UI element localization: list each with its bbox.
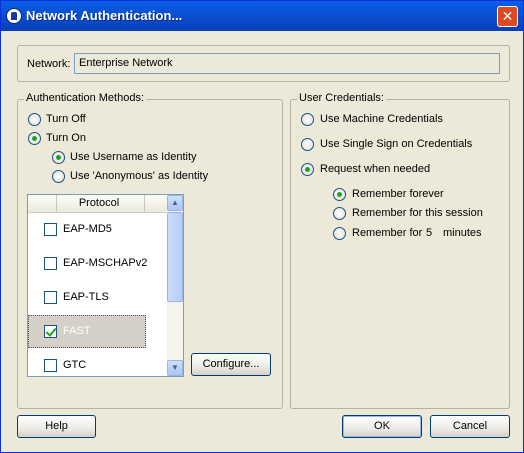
- protocol-name: EAP-TLS: [63, 291, 109, 303]
- remember-minutes-unit: minutes: [443, 227, 482, 239]
- protocol-name: EAP-MD5: [63, 223, 112, 235]
- window-title: Network Authentication...: [26, 8, 183, 23]
- protocol-checkbox[interactable]: [44, 257, 57, 270]
- protocol-column-header[interactable]: Protocol: [57, 197, 141, 209]
- use-anonymous-radio[interactable]: [52, 170, 65, 183]
- turn-on-label[interactable]: Turn On: [46, 132, 86, 144]
- dialog-window: Network Authentication... ✕ Network: Ent…: [0, 0, 524, 453]
- protocol-list[interactable]: Protocol EAP-MD5 EAP-MSCHAPv2 EAP-TLS FA…: [27, 194, 184, 377]
- protocol-row-gtc[interactable]: GTC: [28, 349, 167, 376]
- protocol-name: EAP-MSCHAPv2: [63, 257, 148, 269]
- protocol-list-scrollbar[interactable]: ▲ ▼: [167, 195, 183, 376]
- remember-forever-label[interactable]: Remember forever: [352, 188, 444, 200]
- use-username-radio[interactable]: [52, 151, 65, 164]
- protocol-row-eap-md5[interactable]: EAP-MD5: [28, 213, 167, 247]
- protocol-row-fast[interactable]: FAST: [28, 315, 167, 349]
- protocol-list-header: Protocol: [28, 195, 167, 213]
- request-when-needed-radio[interactable]: [301, 163, 314, 176]
- remember-minutes-field[interactable]: 5: [426, 227, 432, 239]
- protocol-checkbox[interactable]: [44, 291, 57, 304]
- sso-credentials-radio[interactable]: [301, 138, 314, 151]
- ok-button[interactable]: OK: [342, 415, 422, 438]
- cancel-button[interactable]: Cancel: [430, 415, 510, 438]
- remember-forever-radio[interactable]: [333, 188, 346, 201]
- request-when-needed-label[interactable]: Request when needed: [320, 163, 430, 175]
- help-button[interactable]: Help: [17, 415, 96, 438]
- scroll-thumb[interactable]: [167, 212, 183, 302]
- user-credentials-legend: User Credentials:: [297, 92, 386, 104]
- protocol-name: GTC: [63, 359, 87, 371]
- sso-credentials-label[interactable]: Use Single Sign on Credentials: [320, 138, 472, 150]
- protocol-checkbox[interactable]: [44, 325, 57, 338]
- use-anonymous-label[interactable]: Use 'Anonymous' as Identity: [70, 170, 208, 182]
- protocol-name: FAST: [63, 325, 91, 337]
- turn-off-label[interactable]: Turn Off: [46, 113, 86, 125]
- remember-session-label[interactable]: Remember for this session: [352, 207, 483, 219]
- scroll-down-icon[interactable]: ▼: [167, 360, 183, 376]
- turn-on-radio[interactable]: [28, 132, 41, 145]
- remember-session-radio[interactable]: [333, 207, 346, 220]
- header-divider: [144, 195, 145, 212]
- use-username-label[interactable]: Use Username as Identity: [70, 151, 197, 163]
- network-field[interactable]: Enterprise Network: [74, 53, 500, 74]
- network-lock-icon: [6, 8, 22, 24]
- header-check-column[interactable]: [28, 195, 57, 212]
- network-group: Network: Enterprise Network: [17, 45, 510, 82]
- remember-for-radio[interactable]: [333, 227, 346, 240]
- protocol-row-eap-tls[interactable]: EAP-TLS: [28, 281, 167, 315]
- machine-credentials-label[interactable]: Use Machine Credentials: [320, 113, 443, 125]
- title-bar[interactable]: Network Authentication... ✕: [1, 1, 523, 31]
- machine-credentials-radio[interactable]: [301, 113, 314, 126]
- configure-button[interactable]: Configure...: [191, 353, 271, 376]
- remember-for-label[interactable]: Remember for: [352, 227, 422, 239]
- turn-off-radio[interactable]: [28, 113, 41, 126]
- protocol-checkbox[interactable]: [44, 359, 57, 372]
- auth-methods-legend: Authentication Methods:: [24, 92, 147, 104]
- network-label: Network:: [27, 58, 71, 70]
- protocol-checkbox[interactable]: [44, 223, 57, 236]
- close-button[interactable]: ✕: [497, 6, 518, 27]
- scroll-up-icon[interactable]: ▲: [167, 195, 183, 211]
- protocol-row-eap-mschapv2[interactable]: EAP-MSCHAPv2: [28, 247, 167, 281]
